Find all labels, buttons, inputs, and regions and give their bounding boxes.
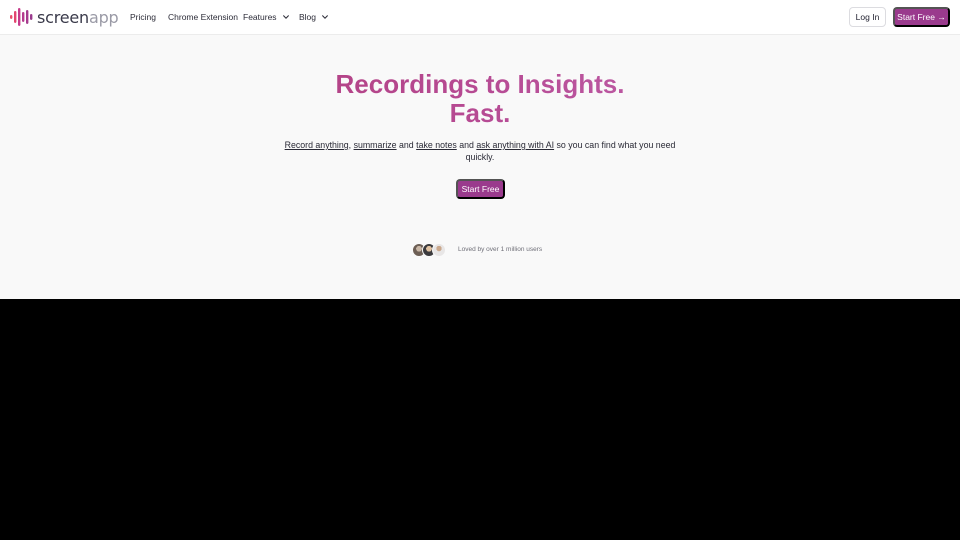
screenapp-logo[interactable]: screenapp (10, 8, 119, 27)
hero-title: Recordings to Insights. Fast. (0, 70, 960, 128)
logo-wordmark: screenapp (37, 8, 119, 27)
chevron-down-icon (322, 15, 328, 19)
nav-link-label: Pricing (130, 12, 156, 22)
record-anything-link[interactable]: Record anything (285, 140, 349, 150)
take-notes-link[interactable]: take notes (416, 140, 457, 150)
top-navigation-bar: screenapp Pricing Chrome Extension Featu… (0, 0, 960, 35)
login-button[interactable]: Log In (849, 7, 886, 27)
hero-title-line-1: Recordings to Insights. (0, 70, 960, 99)
avatar (432, 243, 446, 257)
user-avatars (412, 243, 452, 258)
demo-video-area[interactable] (0, 299, 960, 540)
nav-link-chrome-extension[interactable]: Chrome Extension (168, 12, 238, 22)
waveform-logo-icon (10, 8, 33, 26)
start-free-hero-button[interactable]: Start Free (456, 179, 505, 199)
nav-dropdown-blog[interactable]: Blog (299, 12, 329, 22)
nav-link-label: Features (243, 12, 277, 22)
subtitle-text: and (396, 140, 417, 150)
logo-wordmark-primary: screen (37, 7, 89, 27)
nav-link-label: Chrome Extension (168, 12, 238, 22)
hero-title-line-2: Fast. (0, 99, 960, 128)
chevron-down-icon (282, 15, 289, 19)
subtitle-text: and (456, 140, 477, 150)
start-free-nav-button[interactable]: Start Free → (893, 7, 950, 27)
nav-link-label: Blog (299, 12, 317, 22)
nav-dropdown-features[interactable]: Features (243, 12, 290, 22)
summarize-link[interactable]: summarize (354, 140, 397, 150)
nav-link-pricing[interactable]: Pricing (130, 12, 156, 22)
social-proof-text: Loved by over 1 million users (458, 246, 543, 253)
logo-wordmark-secondary: app (89, 7, 119, 27)
ask-anything-with-ai-link[interactable]: ask anything with AI (476, 140, 554, 150)
hero-subtitle: Record anything, summarize and take note… (280, 139, 680, 163)
